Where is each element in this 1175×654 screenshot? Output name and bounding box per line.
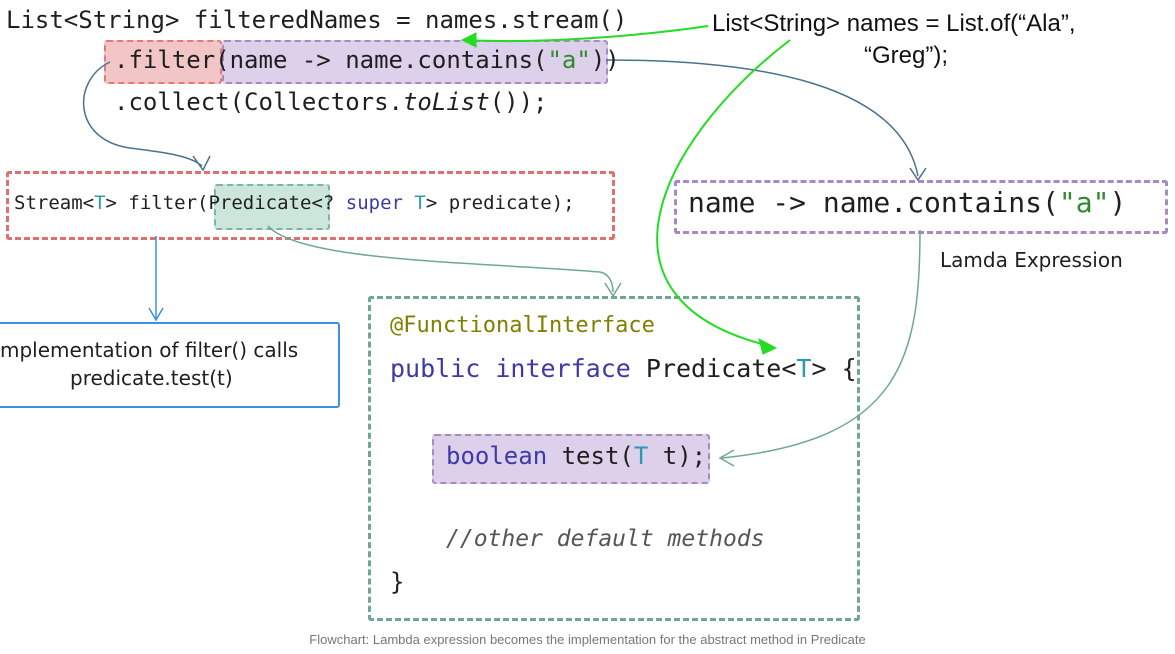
test-method: boolean test(T t); <box>446 442 706 470</box>
decl-public: public <box>390 354 481 383</box>
code-line-2: .filter(name -> name.contains("a")) <box>114 46 620 74</box>
impl-note-line-1: mplementation of filter() calls <box>0 338 299 362</box>
arrowhead-names <box>460 32 477 48</box>
decl-interface: interface <box>495 354 631 383</box>
names-note-line-2: “Greg”); <box>864 42 948 69</box>
sig-type-1: T <box>94 192 106 214</box>
arrowhead-type-param <box>758 338 778 355</box>
method-type: T <box>633 442 649 470</box>
method-test: test( <box>547 442 634 470</box>
code-lambda: name -> name.contains( <box>229 46 548 74</box>
code-stream: .stream() <box>497 6 628 34</box>
sig-type-2: T <box>414 192 426 214</box>
code-names: names <box>425 6 498 34</box>
lambda-caption: Lamda Expression <box>940 248 1123 272</box>
names-note-line-1: List<String> names = List.of(“Ala”, <box>712 10 1076 37</box>
sig-filter: > filter( <box>105 192 209 214</box>
figure-caption: Flowchart: Lambda expression becomes the… <box>309 632 866 647</box>
code-line-3: .collect(Collectors.toList()); <box>114 88 547 116</box>
default-methods-comment: //other default methods <box>446 526 765 552</box>
sig-wildcard: <? <box>311 192 346 214</box>
lambda-close: ) <box>1109 186 1127 219</box>
lambda-expression-text: name -> name.contains("a") <box>688 186 1126 219</box>
functional-interface-annotation: @FunctionalInterface <box>390 313 655 338</box>
sig-space <box>403 192 414 214</box>
sig-predicate: Predicate <box>208 192 312 214</box>
sig-super: super <box>345 192 403 214</box>
sig-end: > predicate); <box>425 192 575 214</box>
code-collect: .collect(Collectors. <box>114 88 403 116</box>
code-lambda-string: "a" <box>547 46 591 74</box>
decl-brace: > { <box>811 354 857 383</box>
code-tolist: toList <box>402 88 490 116</box>
lambda-string: "a" <box>1058 186 1110 219</box>
closing-brace: } <box>390 568 405 596</box>
arrow-predicate-to-interface <box>267 225 614 293</box>
impl-note-line-2: predicate.test(t) <box>70 366 233 390</box>
code-filter: .filter( <box>114 46 230 74</box>
code-line-1: List<String> filteredNames = names.strea… <box>6 6 627 34</box>
code-decl: List<String> filteredNames = <box>6 6 426 34</box>
code-close: )) <box>590 46 620 74</box>
method-end: t); <box>648 442 707 470</box>
code-collect-end: ()); <box>489 88 548 116</box>
arrow-lambda-to-box <box>605 59 919 177</box>
method-boolean: boolean <box>446 442 548 470</box>
sig-stream: Stream< <box>14 192 95 214</box>
decl-name: Predicate< <box>630 354 797 383</box>
arrowhead-filter <box>192 155 211 172</box>
lambda-body: name -> name.contains( <box>688 186 1059 219</box>
decl-type-param: T <box>796 354 812 383</box>
interface-declaration: public interface Predicate<T> { <box>390 354 857 383</box>
arrow-lambda-to-test <box>721 229 921 459</box>
filter-signature: Stream<T> filter(Predicate<? super T> pr… <box>14 192 575 214</box>
